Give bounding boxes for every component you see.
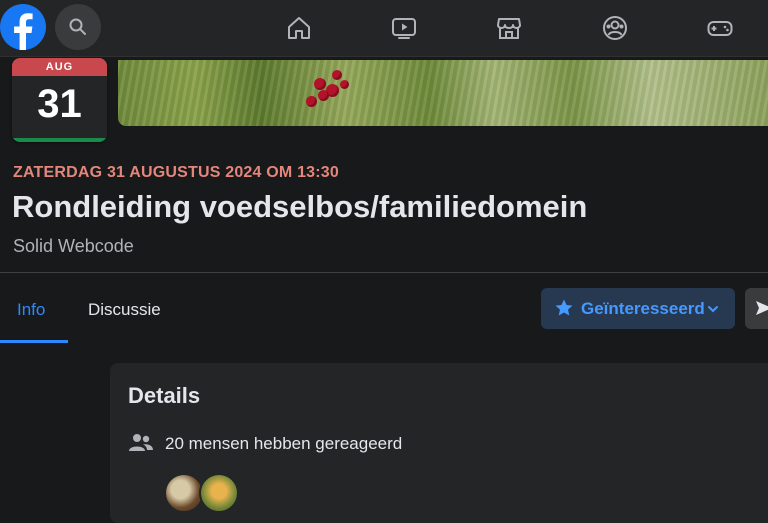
date-tile-day: 31: [37, 82, 82, 126]
nav-gaming[interactable]: [700, 8, 740, 48]
nav-marketplace[interactable]: [489, 8, 529, 48]
share-button[interactable]: [745, 288, 768, 329]
tab-discussie[interactable]: Discussie: [88, 300, 161, 320]
event-title: Rondleiding voedselbos/familiedomein: [12, 189, 588, 224]
reacted-count[interactable]: 20 mensen hebben gereageerd: [165, 434, 402, 454]
nav-groups[interactable]: [595, 8, 635, 48]
video-icon: [392, 18, 416, 39]
search-icon: [69, 18, 86, 35]
avatar[interactable]: [199, 473, 239, 513]
groups-icon: [603, 16, 627, 40]
facebook-logo-icon[interactable]: [0, 4, 46, 50]
interested-button[interactable]: Geïnteresseerd: [541, 288, 735, 329]
home-icon: [288, 17, 310, 39]
nav-home[interactable]: [279, 8, 319, 48]
event-cover-photo: [118, 60, 768, 126]
marketplace-icon: [497, 18, 521, 39]
interested-button-label: Geïnteresseerd: [581, 299, 705, 318]
event-host[interactable]: Solid Webcode: [13, 236, 134, 257]
top-navigation-bar: [0, 0, 768, 57]
date-tile-month: AUG: [12, 58, 107, 76]
share-icon: [756, 301, 768, 315]
chevron-down-icon: [708, 306, 718, 313]
event-date-tile: AUG 31: [12, 58, 107, 142]
star-icon: [555, 299, 573, 316]
gaming-icon: [707, 21, 733, 36]
people-icon: [129, 434, 153, 451]
event-date-line: ZATERDAG 31 AUGUSTUS 2024 OM 13:30: [13, 164, 339, 181]
nav-video[interactable]: [384, 8, 424, 48]
active-tab-indicator: [0, 340, 68, 343]
header-divider: [0, 272, 768, 273]
tab-info[interactable]: Info: [17, 300, 45, 320]
details-card: Details 20 mensen hebben gereageerd: [110, 363, 768, 523]
details-title: Details: [128, 383, 201, 408]
avatar[interactable]: [164, 473, 204, 513]
search-button[interactable]: [55, 4, 101, 50]
